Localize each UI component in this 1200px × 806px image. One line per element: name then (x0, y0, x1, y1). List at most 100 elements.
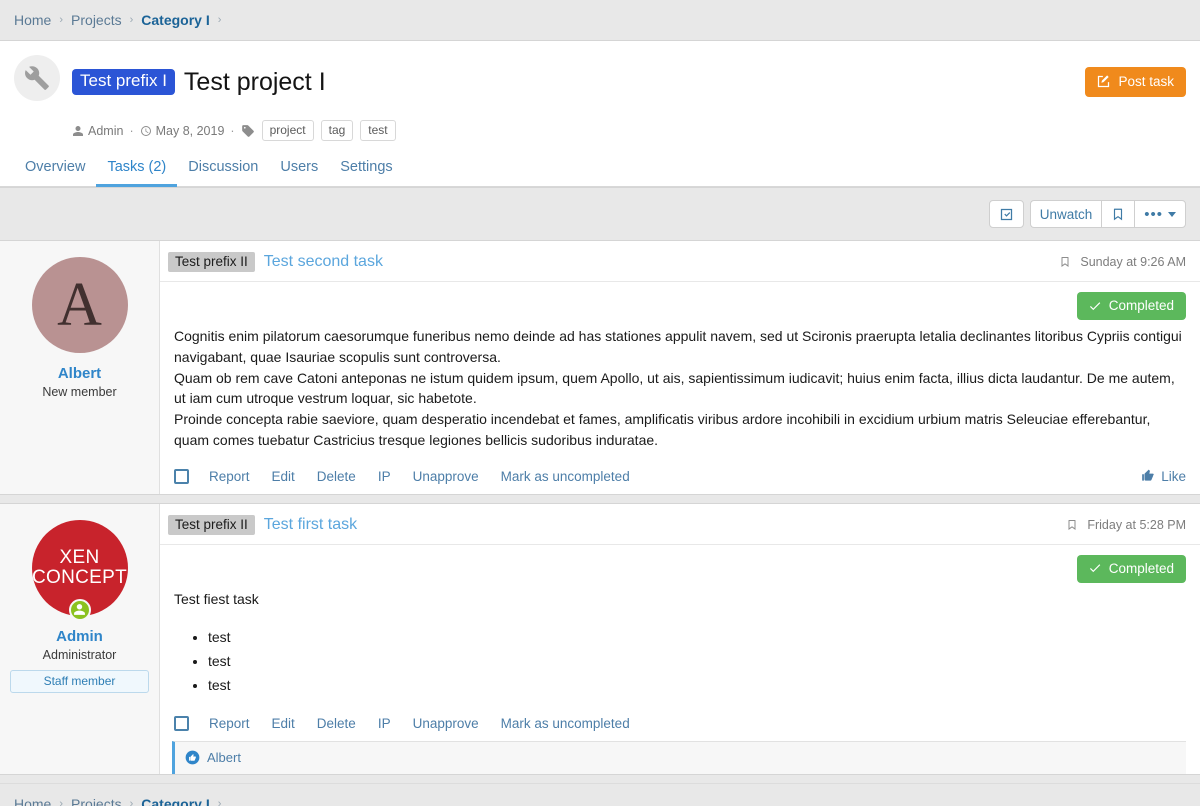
toolbar: Unwatch ••• (0, 188, 1200, 240)
breadcrumb-separator: › (59, 798, 63, 806)
task-title-link[interactable]: Test second task (264, 253, 383, 271)
unwatch-button[interactable]: Unwatch (1030, 200, 1102, 228)
tag-item[interactable]: project (262, 120, 314, 141)
tab-users[interactable]: Users (269, 149, 329, 187)
post-author-title: Administrator (10, 648, 149, 662)
post-date: May 8, 2019 (156, 124, 225, 138)
check-icon (1088, 561, 1102, 575)
project-prefix-badge[interactable]: Test prefix I (72, 69, 175, 95)
mark-as-uncompleted-link[interactable]: Mark as uncompleted (501, 716, 630, 731)
post-select-checkbox[interactable] (174, 469, 189, 484)
author-meta: Admin (72, 124, 123, 138)
page-card: Test prefix I Test project I Admin · May… (0, 40, 1200, 188)
select-all-button[interactable] (989, 200, 1024, 228)
post-paragraph: Test fiest task (174, 589, 1186, 610)
user-icon (72, 125, 84, 137)
breadcrumb-item-projects[interactable]: Projects (71, 12, 122, 28)
breadcrumb-bottom: Home › Projects › Category I › (0, 783, 1200, 806)
page-meta: Admin · May 8, 2019 · project tag test (72, 120, 1186, 141)
post-main: Test prefix II Test first task Friday at… (160, 504, 1200, 775)
meta-separator: · (129, 124, 133, 138)
bookmark-button[interactable] (1101, 200, 1134, 228)
breadcrumb-item-projects[interactable]: Projects (71, 796, 122, 806)
like-label: Like (1161, 469, 1186, 484)
post-header-right: Friday at 5:28 PM (1066, 518, 1186, 532)
avatar-letter: A (57, 274, 102, 336)
breadcrumb-item-category[interactable]: Category I (141, 796, 209, 806)
edit-link[interactable]: Edit (272, 716, 295, 731)
date-meta: May 8, 2019 (140, 124, 225, 138)
thumbs-up-circle-icon (185, 750, 200, 765)
mark-as-uncompleted-link[interactable]: Mark as uncompleted (501, 469, 630, 484)
bookmark-icon (1111, 207, 1125, 222)
status-badge: Completed (1077, 555, 1186, 583)
tab-settings[interactable]: Settings (329, 149, 403, 187)
post-task-label: Post task (1118, 74, 1174, 89)
avatar[interactable]: XEN CONCEPT (32, 520, 128, 616)
breadcrumb-separator: › (59, 14, 63, 26)
breadcrumb-separator: › (130, 14, 134, 26)
task-prefix-badge[interactable]: Test prefix II (168, 252, 255, 272)
unapprove-link[interactable]: Unapprove (413, 469, 479, 484)
post-paragraph: Proinde concepta rabie saeviore, quam de… (174, 409, 1186, 450)
task-title-link[interactable]: Test first task (264, 516, 357, 534)
tab-overview[interactable]: Overview (14, 149, 96, 187)
breadcrumb-separator: › (218, 14, 222, 26)
post-task-button[interactable]: Post task (1085, 67, 1186, 97)
unapprove-link[interactable]: Unapprove (413, 716, 479, 731)
breadcrumb-item-home[interactable]: Home (14, 796, 51, 806)
post-user-column: A Albert New member (0, 241, 160, 493)
ip-link[interactable]: IP (378, 469, 391, 484)
avatar[interactable]: A (32, 257, 128, 353)
post-author-name[interactable]: Albert (10, 365, 149, 382)
checkbox-checked-icon (999, 207, 1014, 222)
thumbs-up-icon (1141, 469, 1155, 483)
breadcrumb-top: Home › Projects › Category I › (0, 0, 1200, 40)
breadcrumb-item-home[interactable]: Home (14, 12, 51, 28)
status-row: Completed (160, 282, 1200, 320)
post-body: Cognitis enim pilatorum caesorumque fune… (160, 320, 1200, 460)
post-timestamp[interactable]: Friday at 5:28 PM (1087, 518, 1186, 532)
avatar-text: XEN CONCEPT (28, 548, 131, 588)
post-header-left: Test prefix II Test second task (168, 252, 383, 272)
author-name[interactable]: Admin (88, 124, 123, 138)
post-footer-links: Report Edit Delete IP Unapprove Mark as … (174, 716, 630, 731)
delete-link[interactable]: Delete (317, 469, 356, 484)
tab-tasks[interactable]: Tasks (2) (96, 149, 177, 187)
list-item: test (208, 675, 1186, 696)
post-footer: Report Edit Delete IP Unapprove Mark as … (160, 461, 1200, 494)
tag-icon (241, 124, 255, 138)
tag-item[interactable]: test (360, 120, 395, 141)
user-online-icon (69, 599, 91, 621)
delete-link[interactable]: Delete (317, 716, 356, 731)
liked-by-user[interactable]: Albert (207, 750, 241, 765)
report-link[interactable]: Report (209, 716, 250, 731)
bookmark-icon[interactable] (1066, 518, 1078, 532)
breadcrumb-item-category[interactable]: Category I (141, 12, 209, 28)
meta-separator: · (230, 124, 234, 138)
likes-bar: Albert (172, 741, 1186, 774)
breadcrumb-separator: › (218, 798, 222, 806)
post-timestamp[interactable]: Sunday at 9:26 AM (1080, 255, 1186, 269)
bookmark-icon[interactable] (1059, 255, 1071, 269)
staff-member-badge: Staff member (10, 670, 149, 693)
post-select-checkbox[interactable] (174, 716, 189, 731)
more-options-button[interactable]: ••• (1134, 200, 1186, 228)
edit-link[interactable]: Edit (272, 469, 295, 484)
task-prefix-badge[interactable]: Test prefix II (168, 515, 255, 535)
page-header: Test prefix I Test project I Admin · May… (0, 41, 1200, 149)
tab-discussion[interactable]: Discussion (177, 149, 269, 187)
post-author-name[interactable]: Admin (10, 628, 149, 645)
like-button[interactable]: Like (1141, 469, 1186, 484)
post-body: Test fiest task test test test (160, 583, 1200, 709)
tag-item[interactable]: tag (321, 120, 354, 141)
report-link[interactable]: Report (209, 469, 250, 484)
post-bullet-list: test test test (174, 627, 1186, 695)
status-label: Completed (1109, 561, 1174, 576)
chevron-down-icon (1168, 212, 1176, 217)
page-title: Test project I (184, 68, 326, 97)
task-post: XEN CONCEPT Admin Administrator Staff me… (0, 503, 1200, 776)
ip-link[interactable]: IP (378, 716, 391, 731)
list-item: test (208, 651, 1186, 672)
title-line: Test prefix I Test project I (72, 51, 1186, 113)
